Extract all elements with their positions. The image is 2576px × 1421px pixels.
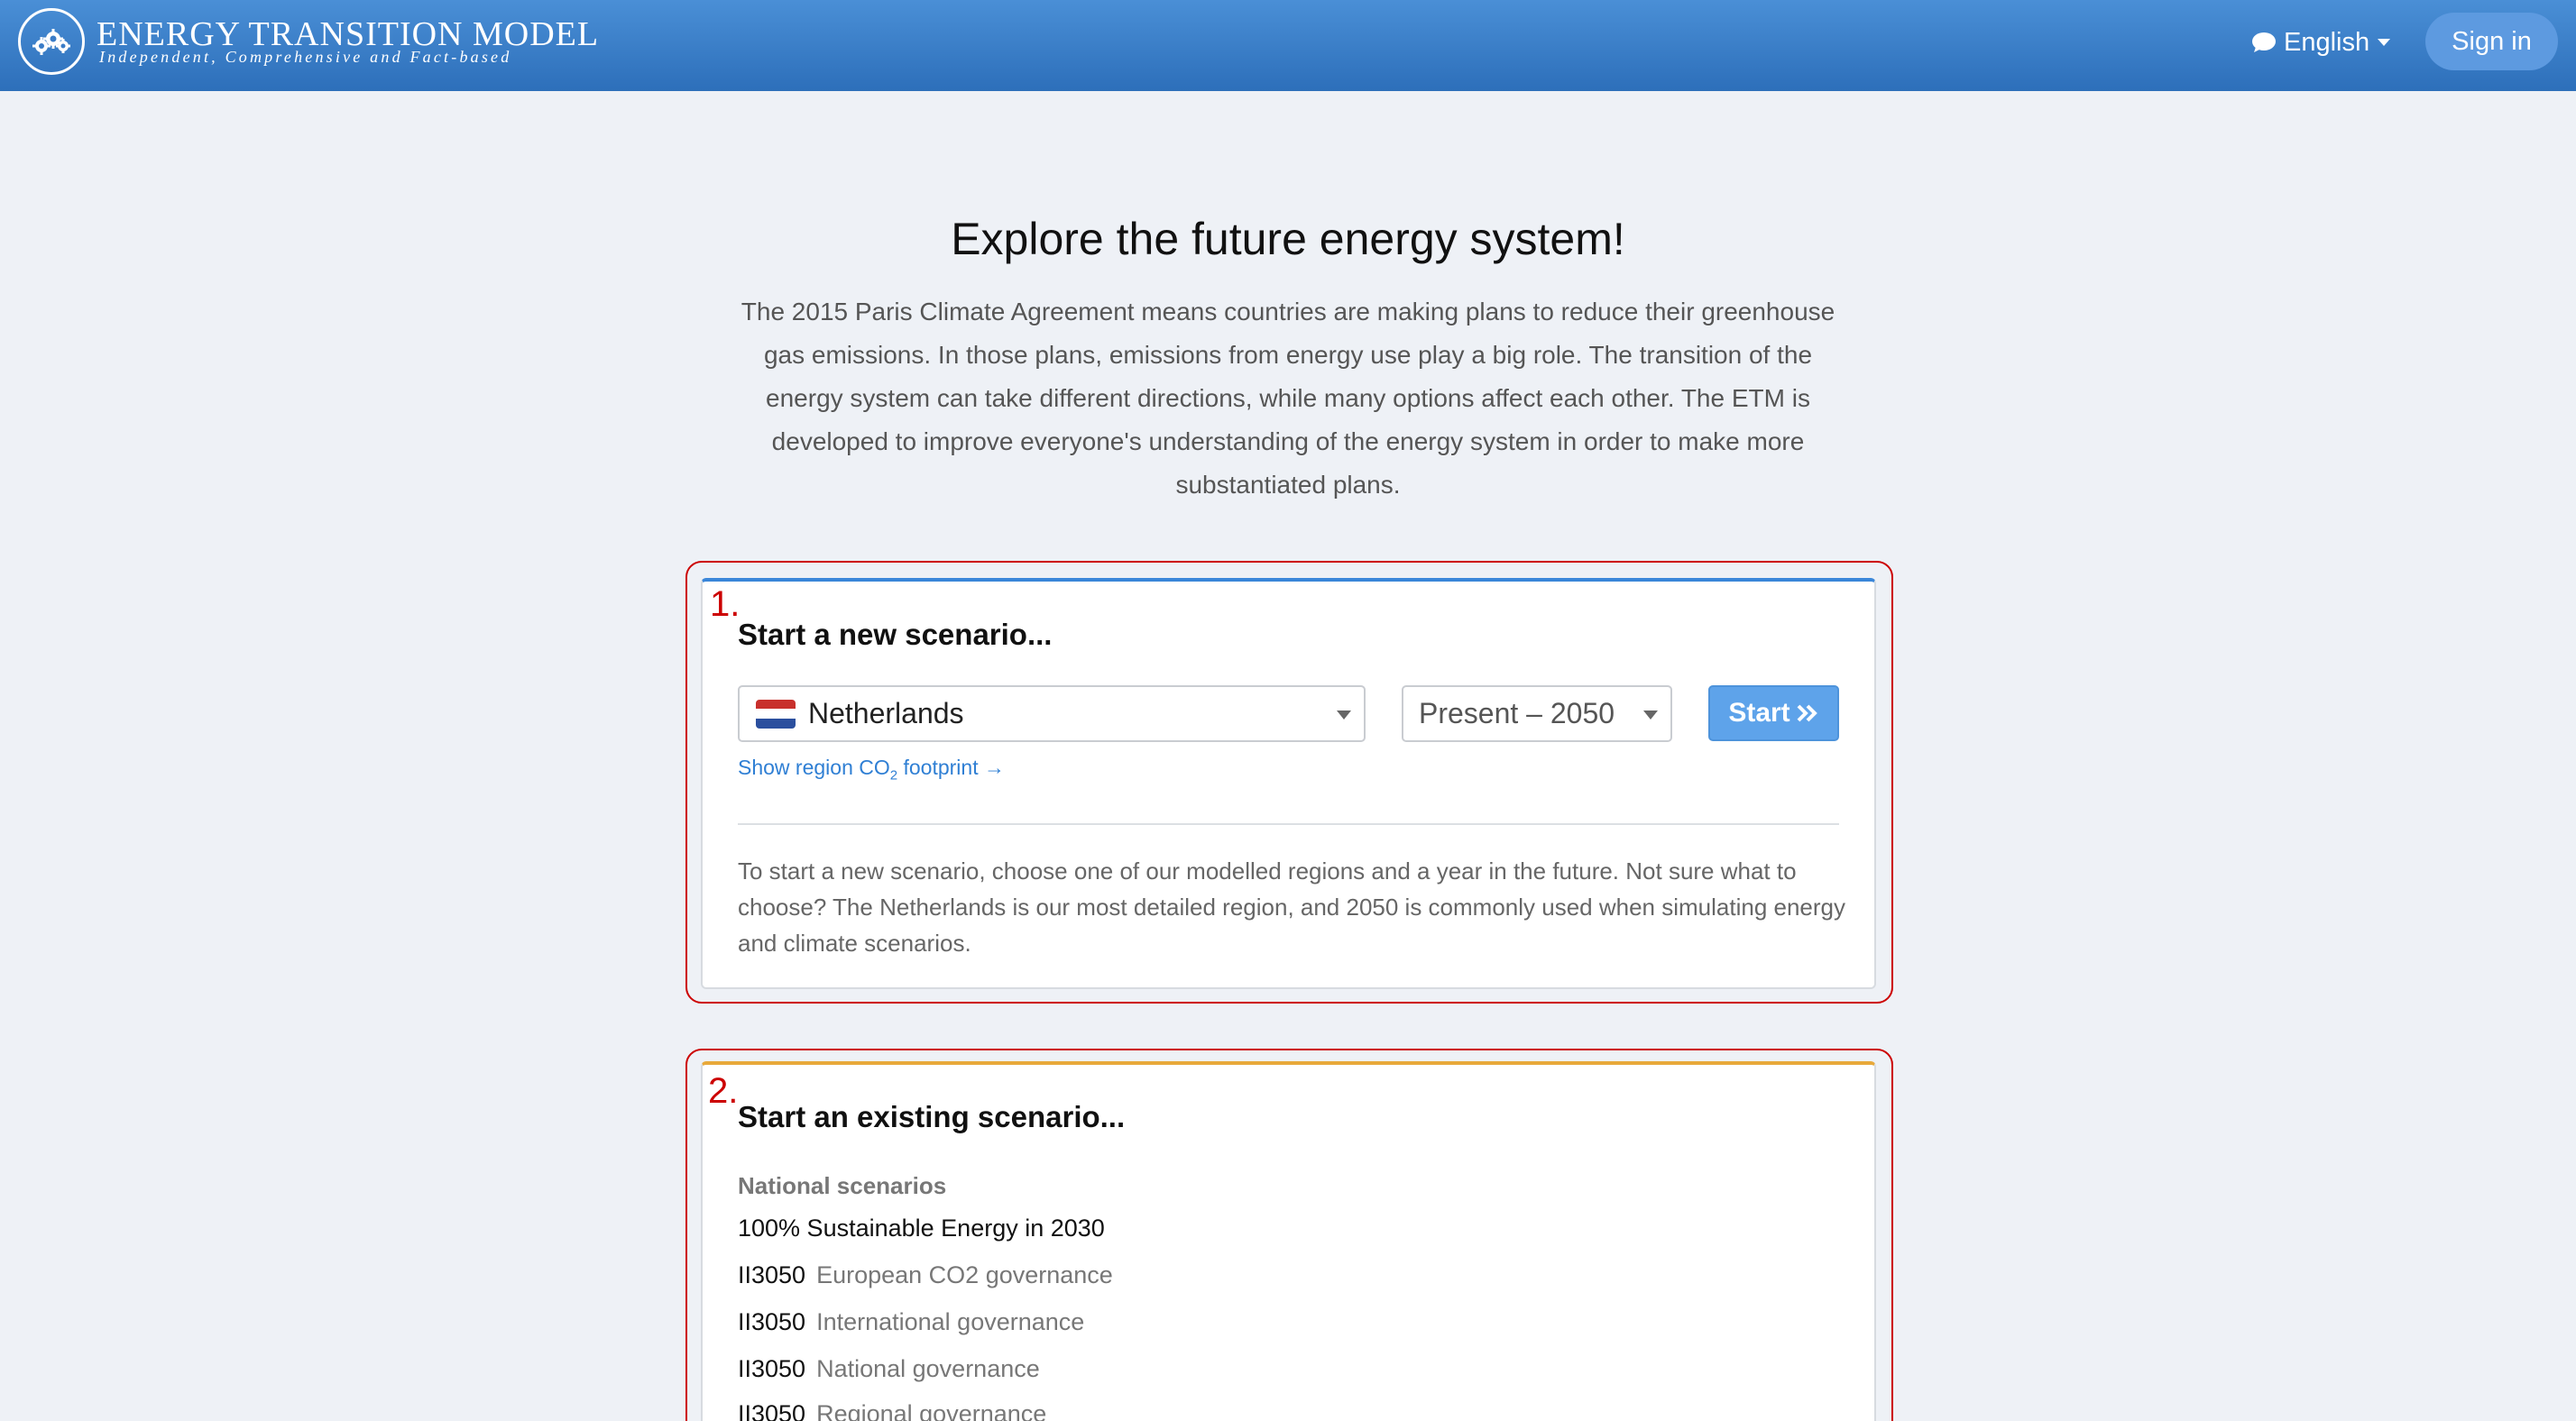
year-select-value: Present – 2050 bbox=[1419, 697, 1615, 729]
sign-in-button[interactable]: Sign in bbox=[2425, 13, 2558, 70]
top-navbar: ENERGY TRANSITION MODEL Independent, Com… bbox=[0, 0, 2576, 91]
annotation-number-2: 2. bbox=[708, 1071, 739, 1111]
language-selector[interactable]: English bbox=[2251, 23, 2391, 61]
scenario-variant: National governance bbox=[816, 1355, 1040, 1382]
language-label: English bbox=[2284, 27, 2370, 57]
year-select[interactable]: Present – 2050 bbox=[1402, 685, 1672, 742]
gears-logo-icon[interactable] bbox=[18, 8, 85, 75]
app-tagline: Independent, Comprehensive and Fact-base… bbox=[99, 48, 512, 66]
start-button[interactable]: Start bbox=[1708, 685, 1839, 741]
scenario-variant: European CO2 governance bbox=[816, 1261, 1113, 1288]
annotation-number-1: 1. bbox=[710, 584, 741, 624]
existing-scenario-title: Start an existing scenario... bbox=[738, 1100, 1126, 1133]
co2-link-prefix: Show region CO bbox=[738, 756, 890, 779]
new-scenario-title: Start a new scenario... bbox=[738, 618, 1053, 651]
scenario-name: II3050 bbox=[738, 1400, 806, 1421]
scenario-list-item[interactable]: II3050 European CO2 governance bbox=[738, 1261, 1113, 1289]
scenario-list-item[interactable]: II3050 Regional governance bbox=[738, 1400, 1046, 1421]
scenario-name: II3050 bbox=[738, 1261, 806, 1288]
double-chevron-right-icon bbox=[1797, 704, 1817, 722]
scenario-list-item[interactable]: II3050 National governance bbox=[738, 1355, 1040, 1383]
co2-link-subscript: 2 bbox=[889, 767, 898, 784]
national-scenarios-heading: National scenarios bbox=[738, 1172, 947, 1199]
scenario-variant: International governance bbox=[816, 1308, 1085, 1335]
scenario-list-item[interactable]: II3050 International governance bbox=[738, 1308, 1084, 1336]
scenario-name: II3050 bbox=[738, 1308, 806, 1335]
co2-footprint-link[interactable]: Show region CO2 footprint → bbox=[738, 756, 1005, 784]
caret-down-icon bbox=[2378, 39, 2391, 46]
scenario-variant: Regional governance bbox=[816, 1400, 1047, 1421]
chevron-down-icon bbox=[1643, 710, 1658, 720]
netherlands-flag-icon bbox=[756, 699, 796, 729]
intro-text: The 2015 Paris Climate Agreement means c… bbox=[741, 298, 1835, 499]
scenario-name: II3050 bbox=[738, 1355, 806, 1382]
scenario-name: 100% Sustainable Energy in 2030 bbox=[738, 1215, 1105, 1242]
page-title: Explore the future energy system! bbox=[951, 214, 1625, 264]
divider bbox=[738, 823, 1839, 825]
region-select-value: Netherlands bbox=[808, 697, 964, 729]
co2-link-suffix: footprint → bbox=[897, 756, 1005, 779]
speech-bubble-icon bbox=[2252, 32, 2276, 52]
region-select[interactable]: Netherlands bbox=[738, 685, 1366, 742]
scenario-list-item[interactable]: 100% Sustainable Energy in 2030 bbox=[738, 1215, 1105, 1242]
new-scenario-description: To start a new scenario, choose one of o… bbox=[738, 857, 1846, 957]
start-button-label: Start bbox=[1728, 698, 1790, 728]
chevron-down-icon bbox=[1337, 710, 1351, 720]
